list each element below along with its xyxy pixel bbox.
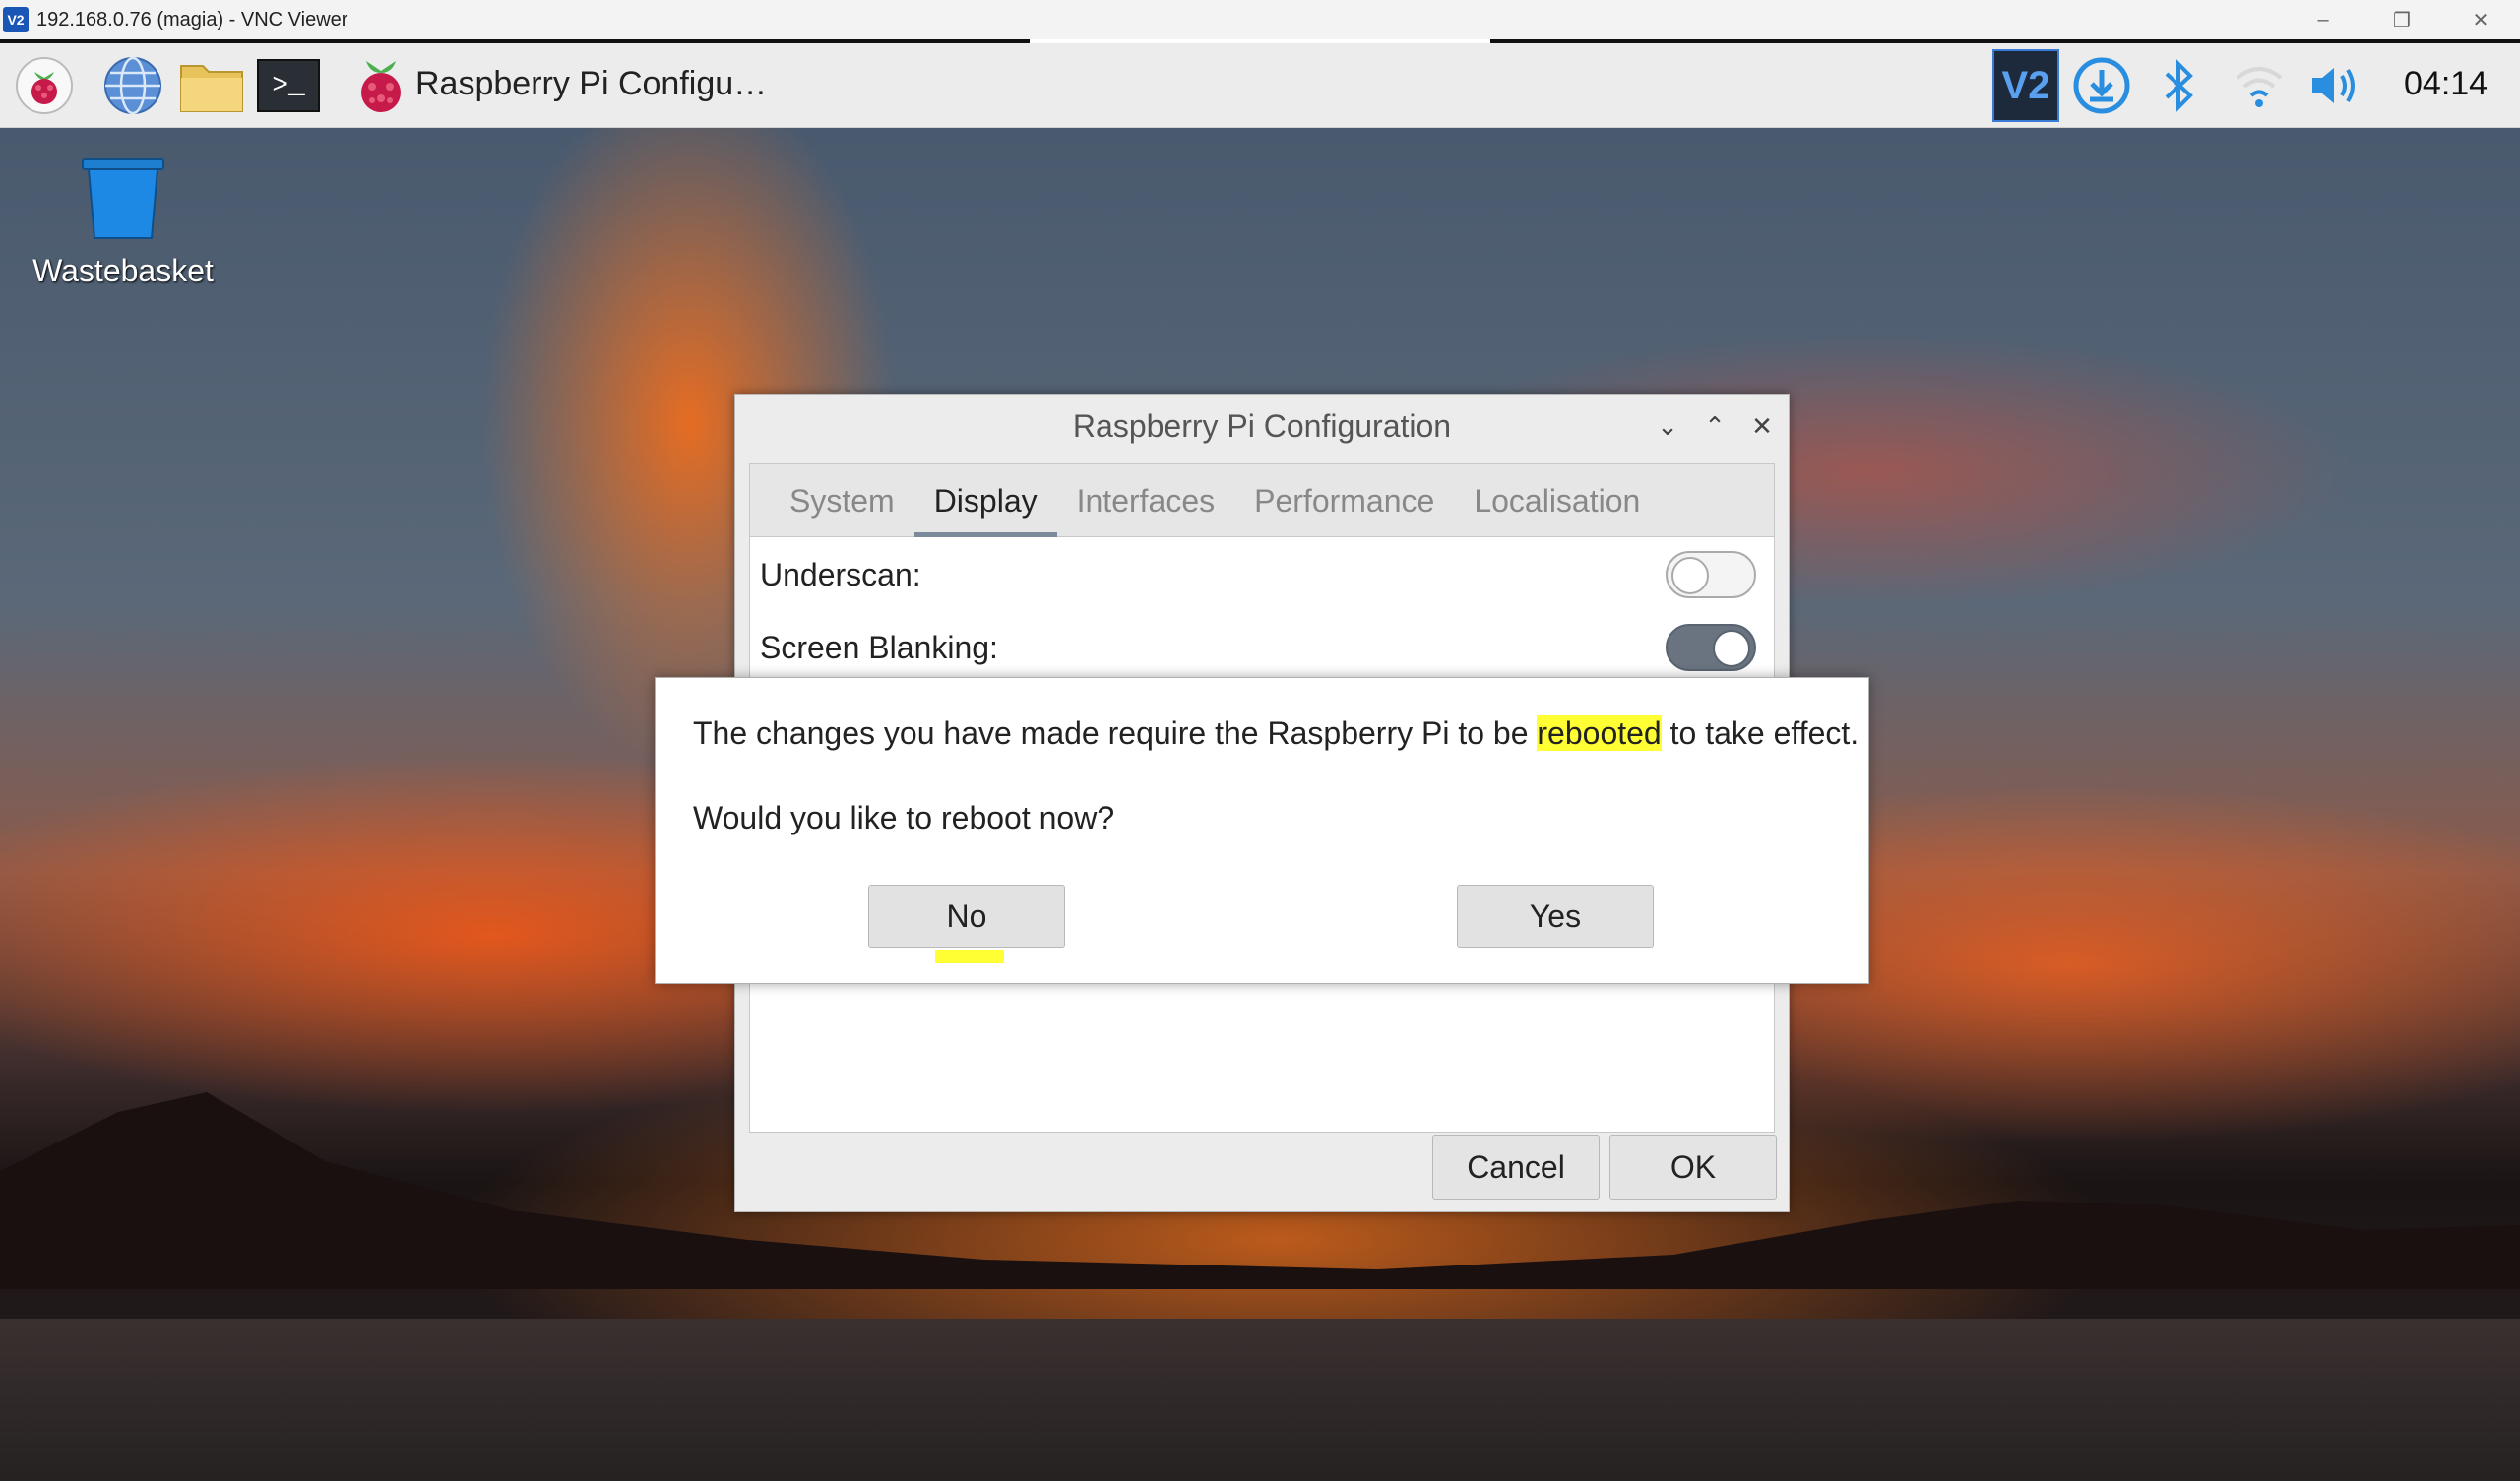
bluetooth-icon[interactable]: [2146, 53, 2211, 118]
tab-display[interactable]: Display: [914, 464, 1057, 537]
ok-button[interactable]: OK: [1609, 1135, 1777, 1200]
tab-system[interactable]: System: [770, 464, 914, 537]
vnc-tray-icon[interactable]: V2: [1992, 49, 2059, 122]
folder-icon[interactable]: [179, 53, 244, 118]
screen-blanking-label: Screen Blanking:: [760, 630, 998, 665]
tab-interfaces[interactable]: Interfaces: [1057, 464, 1235, 537]
volume-icon[interactable]: [2303, 53, 2368, 118]
vnc-titlebar: V2 192.168.0.76 (magia) - VNC Viewer – ❐…: [0, 0, 2520, 39]
minimize-button[interactable]: –: [2284, 0, 2362, 39]
reboot-dialog: The changes you have made require the Ra…: [655, 677, 1869, 984]
no-highlight-mark: [935, 950, 1004, 963]
tab-localisation[interactable]: Localisation: [1454, 464, 1660, 537]
chevron-up-icon[interactable]: ⌃: [1698, 406, 1732, 446]
reboot-message: The changes you have made require the Ra…: [693, 715, 1858, 752]
yes-button[interactable]: Yes: [1457, 885, 1654, 948]
taskbar-app-label[interactable]: Raspberry Pi Configu…: [415, 65, 767, 103]
trash-icon: [82, 158, 164, 239]
toggle-knob: [1671, 557, 1709, 594]
no-button[interactable]: No: [868, 885, 1065, 948]
wifi-icon[interactable]: [2227, 53, 2292, 118]
globe-browser-icon[interactable]: [100, 53, 165, 118]
vnc-logo-icon: V2: [3, 7, 29, 32]
taskbar: >_ Raspberry Pi Configu… V2 04:14: [0, 43, 2520, 128]
close-icon[interactable]: ✕: [1745, 406, 1779, 446]
chevron-down-icon[interactable]: ⌄: [1651, 406, 1684, 446]
close-window-button[interactable]: ✕: [2441, 0, 2520, 39]
reboot-message-start: The changes you have made require the Ra…: [693, 715, 1538, 751]
reboot-message-end: to take effect.: [1661, 715, 1859, 751]
underscan-toggle[interactable]: [1666, 551, 1756, 598]
clock[interactable]: 04:14: [2404, 65, 2488, 103]
config-tabs: System Display Interfaces Performance Lo…: [750, 464, 1774, 537]
cancel-button[interactable]: Cancel: [1432, 1135, 1600, 1200]
wastebasket-desktop-icon[interactable]: Wastebasket: [30, 157, 217, 289]
config-window-controls: ⌄ ⌃ ✕: [1651, 406, 1779, 446]
vnc-window-title: 192.168.0.76 (magia) - VNC Viewer: [36, 8, 348, 31]
toggle-knob: [1713, 630, 1750, 667]
underscan-label: Underscan:: [760, 557, 921, 592]
vnc-window-controls: – ❐ ✕: [2284, 0, 2520, 39]
restore-button[interactable]: ❐: [2362, 0, 2441, 39]
terminal-icon[interactable]: >_: [256, 53, 321, 118]
download-update-icon[interactable]: [2069, 53, 2134, 118]
wastebasket-label: Wastebasket: [32, 253, 214, 288]
reboot-highlight: rebooted: [1537, 715, 1662, 751]
raspberry-config-app-icon[interactable]: [348, 53, 413, 118]
reboot-question: Would you like to reboot now?: [693, 800, 1115, 835]
config-window-title: Raspberry Pi Configuration: [1072, 407, 1452, 444]
raspberry-menu-icon[interactable]: [12, 53, 77, 118]
tab-performance[interactable]: Performance: [1234, 464, 1454, 537]
lake-water: [0, 1319, 2520, 1481]
screen-blanking-toggle[interactable]: [1666, 624, 1756, 671]
